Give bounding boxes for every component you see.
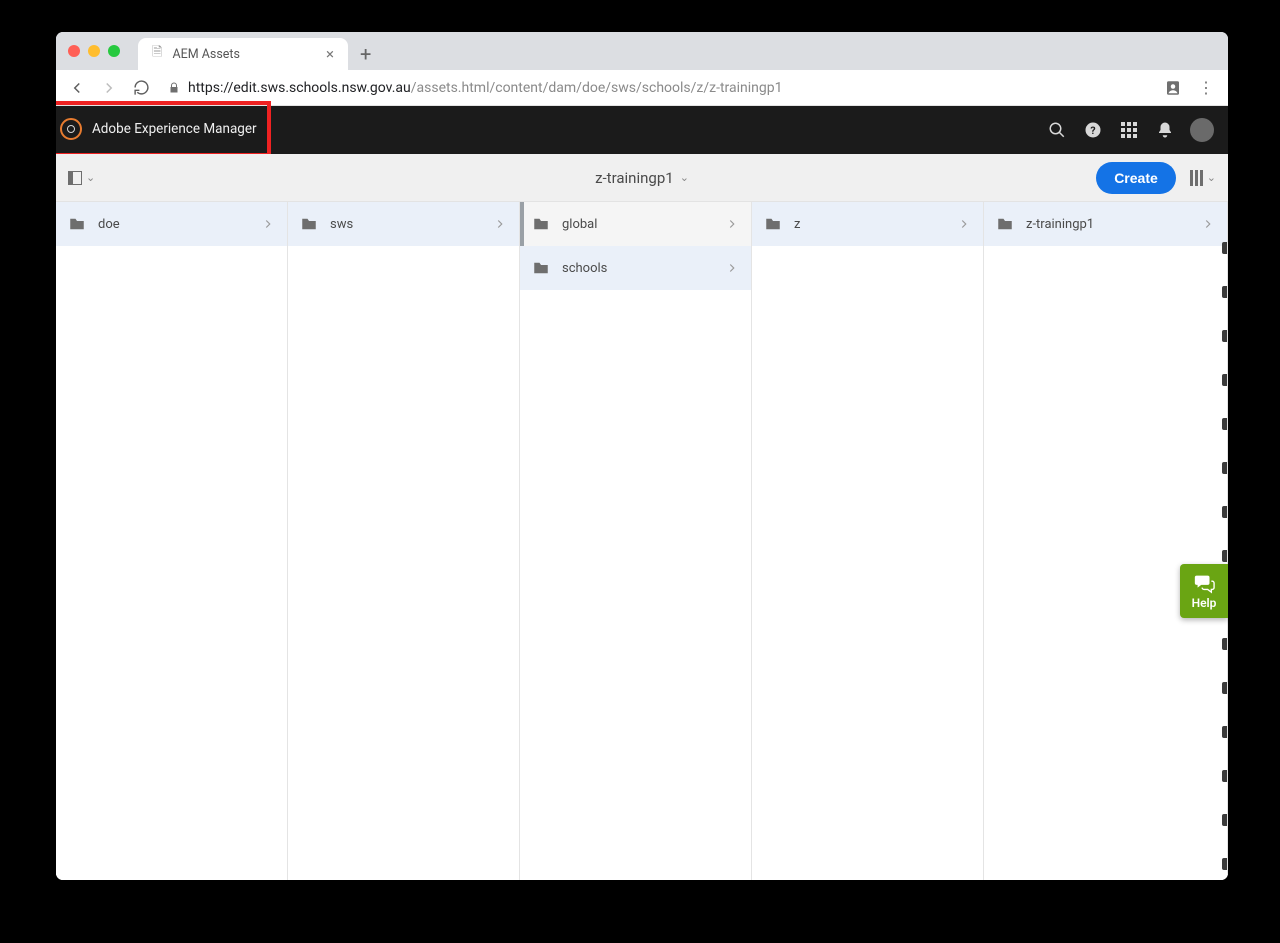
chevron-down-icon: ⌄ — [1207, 171, 1216, 184]
rail-toggle[interactable]: ⌄ — [68, 171, 95, 185]
new-tab-button[interactable]: + — [348, 38, 383, 70]
folder-label: z — [794, 217, 800, 232]
folder-label: sws — [330, 217, 353, 232]
folder-icon — [300, 215, 318, 233]
app-header: Adobe Experience Manager ? — [56, 106, 1228, 154]
folder-icon — [532, 259, 550, 277]
chevron-right-icon — [725, 261, 739, 275]
column-browser: doe sws global schools — [56, 202, 1228, 880]
reload-button[interactable] — [128, 75, 154, 101]
close-tab-icon[interactable]: × — [326, 45, 334, 63]
column-4: z-trainingp1 — [984, 202, 1228, 880]
tab-title: AEM Assets — [172, 47, 240, 62]
minimize-window-icon[interactable] — [88, 45, 100, 57]
brand-name[interactable]: Adobe Experience Manager — [92, 121, 257, 137]
chevron-right-icon — [1201, 217, 1215, 231]
folder-label: schools — [562, 261, 607, 276]
browser-tabstrip: 🗎 AEM Assets × + — [56, 32, 1228, 70]
help-widget[interactable]: Help — [1180, 564, 1228, 618]
close-window-icon[interactable] — [68, 45, 80, 57]
current-folder-label: z-trainingp1 — [595, 169, 674, 187]
folder-item-z[interactable]: z — [752, 202, 983, 246]
help-icon[interactable]: ? — [1082, 119, 1104, 141]
window-controls[interactable] — [66, 32, 128, 70]
chevron-right-icon — [725, 217, 739, 231]
solutions-grid-icon[interactable] — [1118, 119, 1140, 141]
column-view-icon — [1190, 170, 1203, 186]
folder-item-schools[interactable]: schools — [520, 246, 751, 290]
folder-icon — [764, 215, 782, 233]
brand-highlight: Adobe Experience Manager — [56, 101, 271, 157]
folder-label: doe — [98, 217, 120, 232]
actions-toolbar: ⌄ z-trainingp1 ⌄ Create ⌄ — [56, 154, 1228, 202]
rail-toggle-icon — [68, 171, 82, 185]
svg-text:?: ? — [1090, 124, 1095, 137]
folder-item-sws[interactable]: sws — [288, 202, 519, 246]
folder-icon — [532, 215, 550, 233]
column-3: z — [752, 202, 984, 880]
folder-item-global[interactable]: global — [520, 202, 751, 246]
url-path: /assets.html/content/dam/doe/sws/schools… — [411, 80, 783, 96]
chevron-right-icon — [957, 217, 971, 231]
aem-logo-icon[interactable] — [60, 118, 82, 140]
help-label: Help — [1192, 596, 1217, 610]
folder-label: z-trainingp1 — [1026, 217, 1094, 232]
column-2: global schools — [520, 202, 752, 880]
right-edge-handles — [1222, 238, 1228, 880]
folder-item-z-trainingp1[interactable]: z-trainingp1 — [984, 202, 1227, 246]
chevron-down-icon: ⌄ — [680, 171, 689, 184]
browser-tab[interactable]: 🗎 AEM Assets × — [138, 38, 348, 70]
breadcrumb-current[interactable]: z-trainingp1 ⌄ — [595, 169, 689, 187]
view-switcher[interactable]: ⌄ — [1190, 170, 1216, 186]
search-icon[interactable] — [1046, 119, 1068, 141]
back-button[interactable] — [64, 75, 90, 101]
page-icon: 🗎 — [152, 43, 162, 65]
lock-icon — [168, 82, 180, 94]
maximize-window-icon[interactable] — [108, 45, 120, 57]
user-avatar[interactable] — [1190, 118, 1214, 142]
forward-button[interactable] — [96, 75, 122, 101]
url-host: https://edit.sws.schools.nsw.gov.au — [188, 80, 411, 96]
notifications-bell-icon[interactable] — [1154, 119, 1176, 141]
chat-bubbles-icon — [1193, 572, 1215, 594]
chevron-down-icon: ⌄ — [86, 171, 95, 184]
column-1: sws — [288, 202, 520, 880]
profile-extension-icon[interactable] — [1160, 79, 1186, 97]
browser-window: 🗎 AEM Assets × + https://edit.sws.school… — [56, 32, 1228, 880]
folder-icon — [996, 215, 1014, 233]
create-button[interactable]: Create — [1096, 162, 1176, 194]
folder-item-doe[interactable]: doe — [56, 202, 287, 246]
folder-label: global — [562, 217, 597, 232]
chevron-right-icon — [261, 217, 275, 231]
browser-menu-icon[interactable]: ⋮ — [1192, 78, 1220, 97]
chevron-right-icon — [493, 217, 507, 231]
address-bar[interactable]: https://edit.sws.schools.nsw.gov.au/asse… — [160, 80, 1154, 96]
column-0: doe — [56, 202, 288, 880]
folder-icon — [68, 215, 86, 233]
